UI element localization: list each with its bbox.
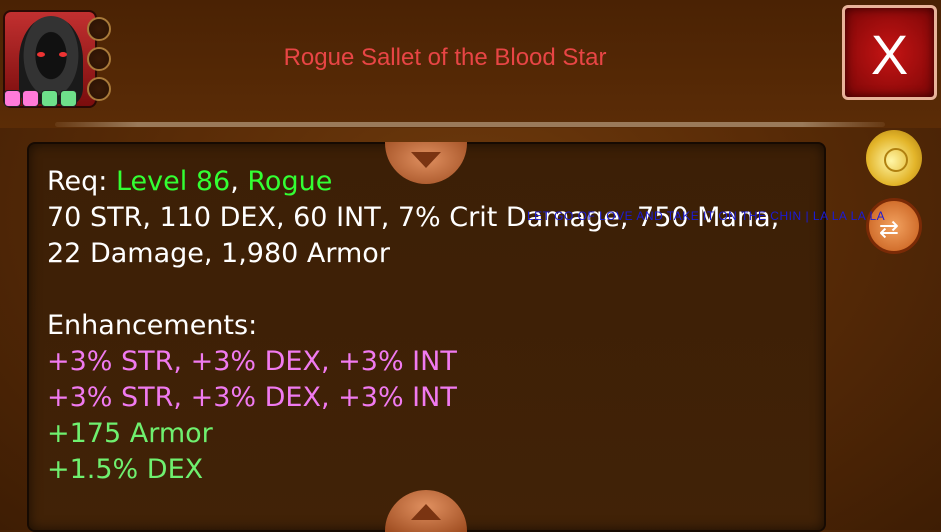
requirement-level: Level 86	[115, 166, 231, 197]
enhancement-item: +175 Armor	[47, 418, 213, 449]
enhancement-item: +1.5% DEX	[47, 454, 204, 485]
socket-gem-green	[41, 90, 58, 107]
requirement-prefix: Req:	[47, 166, 116, 197]
glowing-eyes	[35, 52, 69, 60]
gold-bag-icon[interactable]	[866, 130, 922, 186]
close-icon: X	[870, 23, 909, 86]
requirement-separator: ,	[230, 166, 248, 197]
requirement-class: Rogue	[247, 166, 333, 197]
empty-slot	[87, 77, 111, 101]
swap-arrow-icon[interactable]: ⇄	[866, 198, 922, 254]
close-button[interactable]: X	[842, 5, 937, 100]
scroll-up-icon	[411, 504, 441, 520]
item-details-panel[interactable]: Req: Level 86, Rogue 70 STR, 110 DEX, 60…	[27, 142, 826, 532]
empty-slot	[87, 47, 111, 71]
scroll-down-icon	[411, 152, 441, 168]
enhancements-header: Enhancements:	[47, 310, 258, 341]
enhancement-item: +3% STR, +3% DEX, +3% INT	[47, 346, 457, 377]
item-title: Rogue Sallet of the Blood Star	[283, 44, 607, 71]
stats-line: 22 Damage, 1,980 Armor	[47, 238, 390, 269]
socket-gem-pink	[4, 90, 21, 107]
socket-gem-pink	[22, 90, 39, 107]
overlay-caption: LET GO OF LOVE AND TAKE IT ON THE CHIN |…	[527, 209, 886, 223]
socket-gem-green	[60, 90, 77, 107]
enhancement-item: +3% STR, +3% DEX, +3% INT	[47, 382, 457, 413]
empty-slot	[87, 17, 111, 41]
header-divider	[55, 122, 885, 127]
